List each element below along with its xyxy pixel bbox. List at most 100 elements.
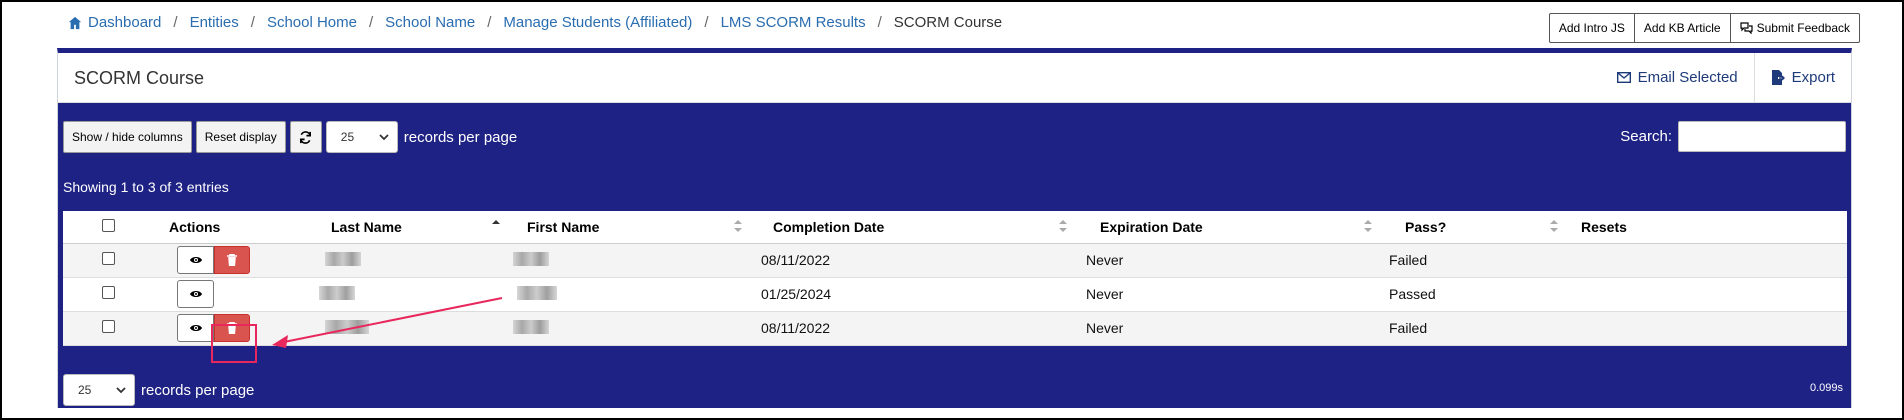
records-per-page-label: records per page (403, 128, 518, 146)
completion-date-cell: 01/25/2024 (755, 277, 1080, 312)
row-select-cell (63, 277, 153, 312)
pass-cell: Failed (1385, 311, 1567, 346)
table-controls: Show / hide columns Reset display 25 rec… (63, 121, 517, 153)
pass-cell: Passed (1385, 277, 1567, 312)
row-checkbox[interactable] (101, 286, 115, 299)
breadcrumb-dashboard[interactable]: Dashboard (88, 14, 161, 31)
eye-icon (189, 291, 202, 297)
expiration-date-cell: Never (1080, 311, 1385, 346)
show-hide-columns-button[interactable]: Show / hide columns (63, 121, 192, 153)
search-area: Search: (1620, 121, 1846, 152)
view-button[interactable] (177, 246, 214, 274)
sort-asc-icon (492, 220, 500, 224)
email-selected-button[interactable]: Email Selected (1601, 53, 1754, 102)
footer-records-per-page-label: records per page (141, 381, 255, 399)
last-name-cell (313, 277, 511, 312)
first-name-cell (511, 311, 755, 346)
redacted-last-name (325, 319, 369, 334)
breadcrumb-school-name[interactable]: School Name (385, 14, 475, 31)
breadcrumb-entities[interactable]: Entities (190, 14, 239, 31)
footer-page-size-select[interactable]: 25 (63, 374, 135, 406)
breadcrumb-separator: / (173, 14, 178, 31)
view-button[interactable] (177, 280, 214, 308)
search-input[interactable] (1678, 121, 1846, 152)
redacted-last-name (319, 285, 355, 300)
table-row: 01/25/2024 Never Passed (63, 277, 1847, 312)
row-checkbox[interactable] (101, 252, 115, 265)
first-name-cell (511, 243, 755, 278)
refresh-button[interactable] (289, 121, 322, 153)
scorm-course-panel: SCORM Course Email Selected Export Show … (57, 48, 1852, 408)
header-completion-date-label: Completion Date (773, 218, 885, 235)
header-actions: Actions (153, 211, 313, 244)
header-completion-date[interactable]: Completion Date (755, 211, 1080, 244)
table-container: Show / hide columns Reset display 25 rec… (58, 103, 1851, 408)
add-kb-article-button[interactable]: Add KB Article (1633, 13, 1731, 43)
sort-icon (1059, 220, 1067, 232)
chevron-down-icon (379, 134, 389, 141)
eye-icon (189, 325, 202, 331)
header-first-name-label: First Name (527, 218, 600, 235)
delete-button[interactable] (214, 246, 250, 274)
home-icon (68, 16, 82, 29)
breadcrumb-separator: / (368, 14, 374, 31)
header-expiration-date[interactable]: Expiration Date (1080, 211, 1385, 244)
table-row: 08/11/2022 Never Failed (63, 243, 1847, 278)
redacted-last-name (325, 251, 361, 266)
submit-feedback-label: Submit Feedback (1756, 21, 1850, 35)
export-button[interactable]: Export (1753, 53, 1851, 102)
breadcrumb-separator: / (877, 14, 882, 31)
resets-cell (1567, 243, 1847, 278)
first-name-cell (511, 277, 755, 312)
top-button-group: Add Intro JS Add KB Article Submit Feedb… (1548, 13, 1860, 43)
header-first-name[interactable]: First Name (511, 211, 755, 244)
breadcrumb-manage-students[interactable]: Manage Students (Affiliated) (503, 14, 692, 31)
expiration-date-cell: Never (1080, 243, 1385, 278)
view-button[interactable] (177, 314, 214, 342)
render-timing: 0.099s (1809, 382, 1843, 394)
trash-icon (227, 254, 237, 266)
resets-cell (1567, 311, 1847, 346)
completion-date-cell: 08/11/2022 (755, 311, 1080, 346)
chevron-down-icon (116, 387, 126, 394)
row-checkbox[interactable] (101, 320, 115, 333)
export-label: Export (1791, 69, 1835, 86)
sort-icon (1364, 220, 1372, 232)
last-name-cell (313, 311, 511, 346)
file-export-icon (1771, 70, 1785, 85)
header-pass[interactable]: Pass? (1385, 211, 1567, 244)
search-label: Search: (1620, 128, 1672, 145)
add-intro-js-button[interactable]: Add Intro JS (1548, 13, 1635, 43)
header-last-name[interactable]: Last Name (313, 211, 511, 244)
table-header-row: Actions Last Name First Name Completion … (63, 211, 1847, 244)
page-size-value: 25 (340, 130, 355, 144)
panel-header: SCORM Course Email Selected Export (58, 53, 1851, 103)
annotation-highlight-box (211, 324, 257, 363)
table-info: Showing 1 to 3 of 3 entries (63, 179, 229, 195)
breadcrumb-lms-scorm-results[interactable]: LMS SCORM Results (721, 14, 866, 31)
row-actions-cell (153, 277, 313, 312)
breadcrumb-school-home[interactable]: School Home (267, 14, 357, 31)
expiration-date-cell: Never (1080, 277, 1385, 312)
reset-display-button[interactable]: Reset display (195, 121, 286, 153)
eye-icon (189, 257, 202, 263)
footer-page-size-value: 25 (78, 383, 92, 397)
sort-icon (734, 220, 742, 232)
select-all-header (63, 211, 153, 244)
redacted-first-name (513, 251, 549, 266)
table-row: 08/11/2022 Never Failed (63, 311, 1847, 346)
row-select-cell (63, 243, 153, 278)
table-footer: 25 records per page (63, 374, 254, 406)
page-title: SCORM Course (74, 68, 205, 88)
select-all-checkbox[interactable] (101, 218, 115, 232)
feedback-icon (1740, 22, 1753, 34)
row-actions-cell (153, 243, 313, 278)
submit-feedback-button[interactable]: Submit Feedback (1729, 13, 1860, 43)
row-action-group (177, 280, 214, 308)
redacted-first-name (513, 319, 549, 334)
header-resets: Resets (1567, 211, 1847, 244)
panel-actions: Email Selected Export (1601, 53, 1851, 102)
page-size-select[interactable]: 25 (325, 121, 398, 153)
pass-cell: Failed (1385, 243, 1567, 278)
breadcrumb-separator: / (487, 14, 492, 31)
